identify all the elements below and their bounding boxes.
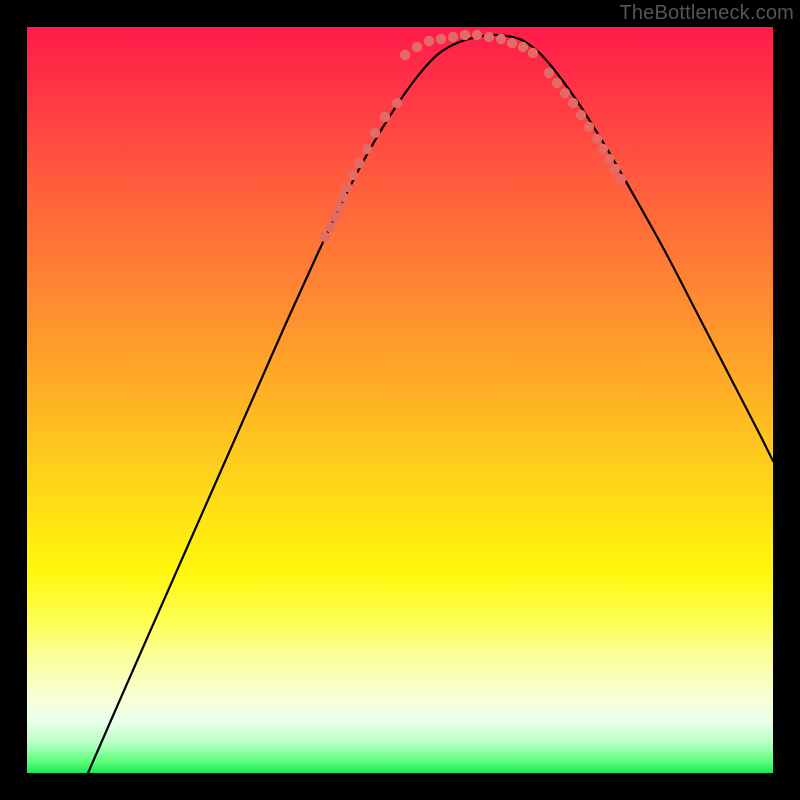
marker-dot xyxy=(330,212,340,222)
marker-dot xyxy=(342,182,352,192)
marker-dot xyxy=(507,38,517,48)
marker-dot xyxy=(436,34,446,44)
marker-dot xyxy=(584,122,594,132)
marker-dot xyxy=(400,50,410,60)
marker-dot xyxy=(560,88,570,98)
marker-dot xyxy=(568,98,578,108)
marker-dot xyxy=(424,36,434,46)
marker-dot xyxy=(544,68,554,78)
plot-frame xyxy=(27,27,773,773)
marker-dot xyxy=(576,110,586,120)
marker-dot xyxy=(412,42,422,52)
marker-dot xyxy=(610,164,620,174)
marker-dot xyxy=(362,144,372,154)
plot-svg xyxy=(27,27,773,773)
marker-dot xyxy=(320,232,330,242)
marker-dot xyxy=(448,32,458,42)
marker-dot xyxy=(518,42,528,52)
marker-dot xyxy=(604,154,614,164)
marker-dot xyxy=(334,202,344,212)
marker-dot xyxy=(472,30,482,40)
marker-dot xyxy=(460,30,470,40)
marker-dot xyxy=(380,112,390,122)
marker-dot xyxy=(552,78,562,88)
marker-dot xyxy=(325,222,335,232)
marker-dot xyxy=(348,170,358,180)
marker-dot xyxy=(592,134,602,144)
marker-dot xyxy=(354,158,364,168)
marker-dot xyxy=(484,32,494,42)
data-markers xyxy=(320,30,626,242)
marker-dot xyxy=(528,48,538,58)
bottleneck-curve xyxy=(88,35,773,773)
marker-dot xyxy=(392,98,402,108)
marker-dot xyxy=(616,174,626,184)
marker-dot xyxy=(370,128,380,138)
marker-dot xyxy=(496,34,506,44)
marker-dot xyxy=(338,192,348,202)
marker-dot xyxy=(598,144,608,154)
watermark-text: TheBottleneck.com xyxy=(619,2,794,25)
